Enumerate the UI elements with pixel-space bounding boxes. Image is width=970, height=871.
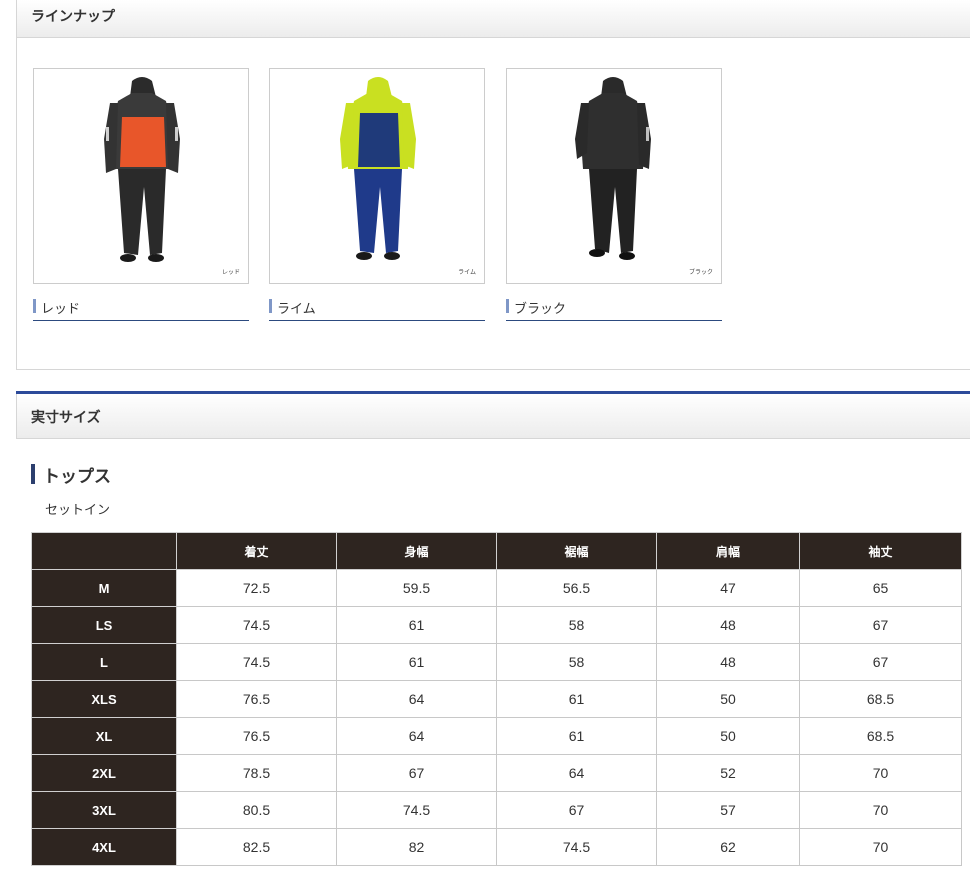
table-header-cell: 身幅	[336, 532, 497, 570]
table-header-cell: 袖丈	[799, 532, 962, 570]
table-cell: 62	[656, 828, 800, 866]
product-photo-lime[interactable]: ライム	[269, 68, 485, 284]
rainsuit-black-image	[575, 77, 651, 260]
table-row: 4XL 82.5 82 74.5 62 70	[31, 828, 962, 866]
name-marker	[33, 299, 36, 313]
table-cell: 57	[656, 791, 800, 829]
rainsuit-red-image	[104, 77, 180, 262]
lineup-header: ラインナップ	[17, 0, 970, 38]
table-header-cell: 肩幅	[656, 532, 800, 570]
table-cell: 80.5	[176, 791, 337, 829]
tops-label: トップス	[43, 467, 111, 487]
size-label: L	[31, 643, 177, 681]
product-label-lime: ライム	[277, 302, 316, 317]
product-tag-red: レッド	[221, 269, 240, 276]
table-cell: 72.5	[176, 569, 337, 607]
table-cell: 68.5	[799, 717, 962, 755]
table-cell: 48	[656, 606, 800, 644]
table-cell: 47	[656, 569, 800, 607]
table-cell: 59.5	[336, 569, 497, 607]
size-label: XLS	[31, 680, 177, 718]
product-tag-black: ブラック	[688, 269, 713, 276]
size-label: M	[31, 569, 177, 607]
table-cell: 82.5	[176, 828, 337, 866]
size-label: 2XL	[31, 754, 177, 792]
table-cell: 70	[799, 754, 962, 792]
table-cell: 61	[336, 606, 497, 644]
table-cell: 74.5	[176, 643, 337, 681]
table-header-row: 着丈 身幅 裾幅 肩幅 袖丈	[31, 532, 962, 570]
size-title: 実寸サイズ	[31, 410, 101, 426]
product-name-lime[interactable]: ライム	[269, 297, 485, 321]
lineup-title: ラインナップ	[31, 9, 115, 25]
table-cell: 70	[799, 828, 962, 866]
table-cell: 61	[336, 643, 497, 681]
table-cell: 64	[336, 680, 497, 718]
table-cell: 76.5	[176, 680, 337, 718]
size-label: 4XL	[31, 828, 177, 866]
table-cell: 64	[336, 717, 497, 755]
table-cell: 50	[656, 680, 800, 718]
table-cell: 76.5	[176, 717, 337, 755]
table-row: L 74.5 61 58 48 67	[31, 643, 962, 681]
size-label: LS	[31, 606, 177, 644]
product-name-black[interactable]: ブラック	[506, 297, 722, 321]
table-cell: 70	[799, 791, 962, 829]
product-label-red: レッド	[41, 302, 81, 317]
product-photo-black[interactable]: ブラック	[506, 68, 722, 284]
table-cell: 58	[496, 643, 657, 681]
table-cell: 67	[799, 643, 962, 681]
table-header-cell: 着丈	[176, 532, 337, 570]
table-row: 3XL 80.5 74.5 67 57 70	[31, 791, 962, 829]
table-row: XL 76.5 64 61 50 68.5	[31, 717, 962, 755]
name-marker	[269, 299, 272, 313]
table-cell: 82	[336, 828, 497, 866]
rainsuit-lime-image	[340, 77, 416, 260]
table-cell: 50	[656, 717, 800, 755]
table-cell: 68.5	[799, 680, 962, 718]
table-cell: 74.5	[336, 791, 497, 829]
table-row: M 72.5 59.5 56.5 47 65	[31, 569, 962, 607]
sleeve-type-note: セットイン	[45, 503, 111, 518]
heading-marker	[31, 464, 35, 484]
table-row: 2XL 78.5 67 64 52 70	[31, 754, 962, 792]
table-cell: 58	[496, 606, 657, 644]
table-cell: 56.5	[496, 569, 657, 607]
table-header-cell: 裾幅	[496, 532, 657, 570]
size-header: 実寸サイズ	[16, 394, 970, 439]
table-cell: 74.5	[176, 606, 337, 644]
product-name-red[interactable]: レッド	[33, 297, 249, 321]
table-cell: 61	[496, 717, 657, 755]
table-cell: 67	[496, 791, 657, 829]
table-cell: 52	[656, 754, 800, 792]
size-table: 着丈 身幅 裾幅 肩幅 袖丈 M 72.5 59.5 56.5 47 65 LS…	[31, 532, 962, 866]
table-cell: 61	[496, 680, 657, 718]
name-marker	[506, 299, 509, 313]
table-row: XLS 76.5 64 61 50 68.5	[31, 680, 962, 718]
size-label: 3XL	[31, 791, 177, 829]
table-cell: 67	[336, 754, 497, 792]
product-tag-lime: ライム	[458, 269, 476, 276]
size-label: XL	[31, 717, 177, 755]
size-panel: 実寸サイズ	[16, 391, 970, 439]
table-row: LS 74.5 61 58 48 67	[31, 606, 962, 644]
table-cell: 48	[656, 643, 800, 681]
table-header-cell	[31, 532, 177, 570]
table-cell: 65	[799, 569, 962, 607]
table-cell: 74.5	[496, 828, 657, 866]
table-cell: 78.5	[176, 754, 337, 792]
product-label-black: ブラック	[514, 302, 567, 317]
table-cell: 64	[496, 754, 657, 792]
product-photo-red[interactable]: レッド	[33, 68, 249, 284]
table-cell: 67	[799, 606, 962, 644]
